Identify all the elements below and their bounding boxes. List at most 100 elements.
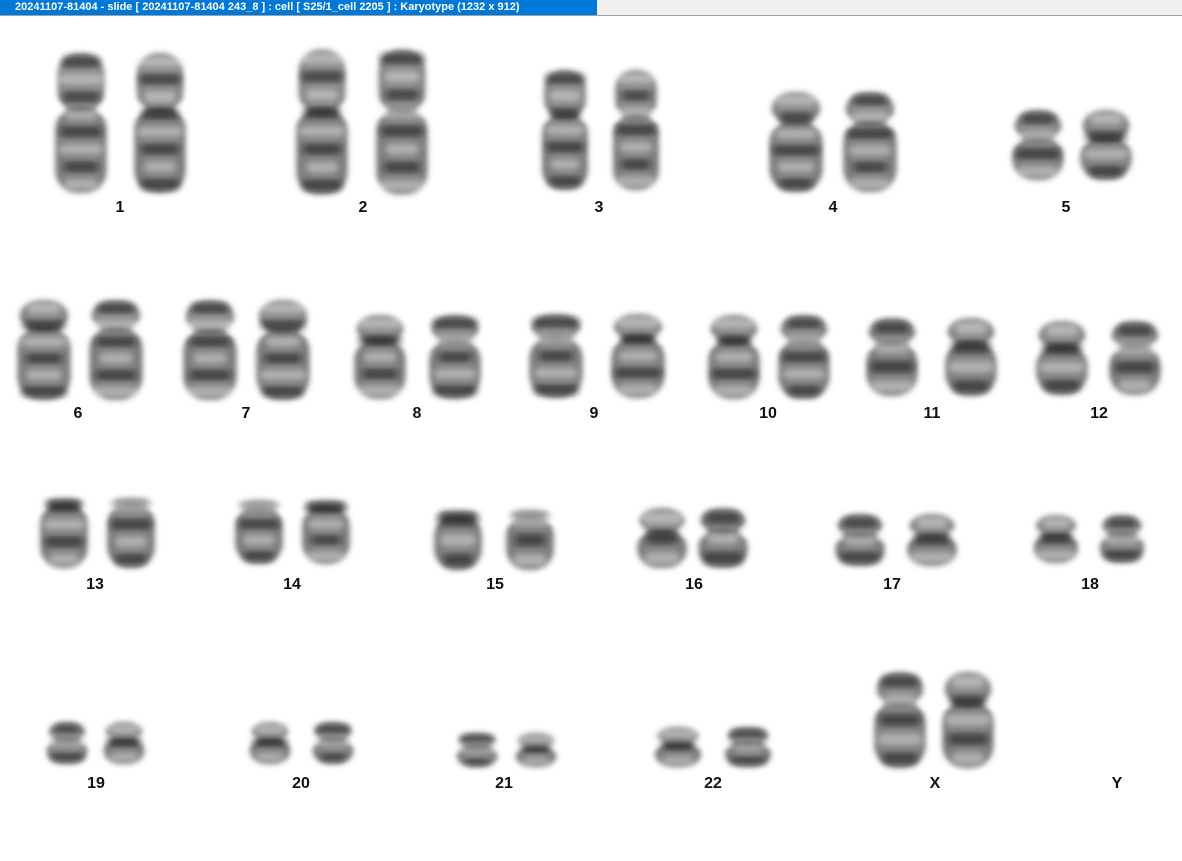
chromosome-pair-18[interactable]: 18 (1032, 515, 1146, 593)
chromosome-pair-y[interactable]: Y (1112, 775, 1123, 792)
chromosome-pair-6[interactable]: 6 (15, 300, 145, 422)
chromosome-label: 19 (87, 775, 105, 792)
chromosome[interactable] (1034, 321, 1090, 395)
chromosome-label: 12 (1090, 405, 1108, 422)
chromosome-pair-7[interactable]: 7 (181, 300, 312, 422)
chromosome[interactable] (943, 318, 999, 396)
chromosome[interactable] (696, 508, 750, 568)
title-bar: 20241107-81404 - slide [ 20241107-81404 … (0, 0, 1182, 16)
chromosome-bands (49, 724, 85, 762)
chromosome-label: 3 (595, 199, 604, 216)
chromosome[interactable] (653, 727, 703, 767)
chromosome[interactable] (455, 733, 499, 767)
chromosome-pair-20[interactable]: 20 (248, 722, 355, 792)
chromosome[interactable] (1032, 515, 1080, 563)
chromosome[interactable] (352, 315, 408, 399)
chromosome-label: 7 (242, 405, 251, 422)
chromosome[interactable] (504, 510, 556, 570)
chromosome-label: 2 (359, 199, 368, 216)
chromosome[interactable] (940, 672, 996, 768)
chromosome[interactable] (905, 514, 959, 566)
chromosome-bands (315, 724, 351, 762)
chromosome[interactable] (45, 722, 89, 764)
chromosome-bands (1103, 518, 1141, 560)
chromosome[interactable] (181, 300, 239, 400)
chromosome-label: 20 (292, 775, 310, 792)
chromosome[interactable] (609, 314, 667, 398)
chromosome-pair-13[interactable]: 13 (38, 498, 157, 593)
chromosome[interactable] (1010, 110, 1066, 180)
chromosome-label: 21 (495, 775, 513, 792)
chromosome-pair-22[interactable]: 22 (653, 727, 773, 792)
chromosome[interactable] (53, 53, 109, 193)
chromosome-label: Y (1112, 775, 1123, 792)
chromosome-pair-9[interactable]: 9 (527, 314, 667, 422)
chromosome[interactable] (233, 500, 285, 564)
chromosome[interactable] (15, 300, 73, 400)
chromosome[interactable] (374, 49, 430, 195)
chromosome-pair-11[interactable]: 11 (864, 318, 999, 422)
karyotype-window: 20241107-81404 - slide [ 20241107-81404 … (0, 0, 1182, 861)
chromosome[interactable] (248, 722, 292, 764)
chromosome[interactable] (841, 92, 899, 192)
chromosome-bands (1036, 518, 1076, 560)
karyogram-canvas: 1 2 3 4 56 7 8 9 10 11 1213 14 15 16 17 1819 20 21 22 X Y (15, 49, 1163, 792)
chromosome-pair-17[interactable]: 17 (833, 514, 959, 593)
chromosome[interactable] (723, 727, 773, 767)
chromosome-bands (459, 735, 495, 765)
chromosome-bands (436, 513, 480, 567)
chromatin-body (15, 300, 73, 400)
chromosome-pair-16[interactable]: 16 (635, 508, 750, 593)
chromosome-bands (839, 517, 881, 563)
chromosome-pair-21[interactable]: 21 (455, 733, 558, 792)
chromosome-label: 14 (283, 576, 301, 593)
chromosome-bands (106, 724, 142, 762)
chromosome[interactable] (514, 733, 558, 767)
chromosome[interactable] (311, 722, 355, 764)
chromosome[interactable] (635, 508, 689, 568)
chromosome[interactable] (87, 300, 145, 400)
chromosome[interactable] (254, 300, 312, 400)
chromosome-pair-5[interactable]: 5 (1010, 110, 1134, 216)
chromosome-pair-4[interactable]: 4 (767, 92, 899, 216)
chromosome-bands (702, 511, 744, 565)
chromosome[interactable] (294, 49, 350, 195)
chromosome[interactable] (132, 53, 188, 193)
chromosome-pair-2[interactable]: 2 (294, 49, 430, 217)
chromosome-bands (252, 724, 288, 762)
chromosome[interactable] (102, 722, 146, 764)
chromosome-label: 15 (486, 576, 504, 593)
chromosome-pair-3[interactable]: 3 (540, 70, 661, 216)
chromosome[interactable] (1107, 321, 1163, 395)
chromosome[interactable] (1098, 515, 1146, 563)
chromosome[interactable] (706, 315, 762, 399)
chromosome-bands (509, 513, 551, 567)
chromosome-label: 6 (74, 405, 83, 422)
chromosome[interactable] (776, 315, 832, 399)
chromosome[interactable] (872, 672, 928, 768)
chromosome[interactable] (300, 500, 352, 564)
chromosome-bands (658, 729, 698, 765)
chromosome-pair-12[interactable]: 12 (1034, 321, 1163, 422)
chromosome[interactable] (432, 510, 484, 570)
chromosome[interactable] (105, 498, 157, 568)
chromosome[interactable] (427, 315, 483, 399)
chromosome[interactable] (540, 70, 590, 190)
chromosome-pair-15[interactable]: 15 (432, 510, 556, 593)
chromosome[interactable] (864, 318, 920, 396)
chromosome-label: 9 (590, 405, 599, 422)
chromosome-pair-8[interactable]: 8 (352, 315, 483, 422)
chromosome-pair-14[interactable]: 14 (233, 500, 352, 593)
chromosome[interactable] (1078, 110, 1134, 180)
chromatin-body (767, 92, 825, 192)
chromosome[interactable] (38, 498, 90, 568)
chromosome-pair-1[interactable]: 1 (53, 53, 188, 216)
chromosome[interactable] (767, 92, 825, 192)
chromosome[interactable] (833, 514, 887, 566)
chromosome[interactable] (611, 70, 661, 190)
chromosome-pair-19[interactable]: 19 (45, 722, 146, 792)
chromosome-pair-10[interactable]: 10 (706, 315, 832, 422)
chromosome[interactable] (527, 314, 585, 398)
window-title: 20241107-81404 - slide [ 20241107-81404 … (0, 0, 597, 15)
chromosome-pair-x[interactable]: X (872, 672, 996, 792)
